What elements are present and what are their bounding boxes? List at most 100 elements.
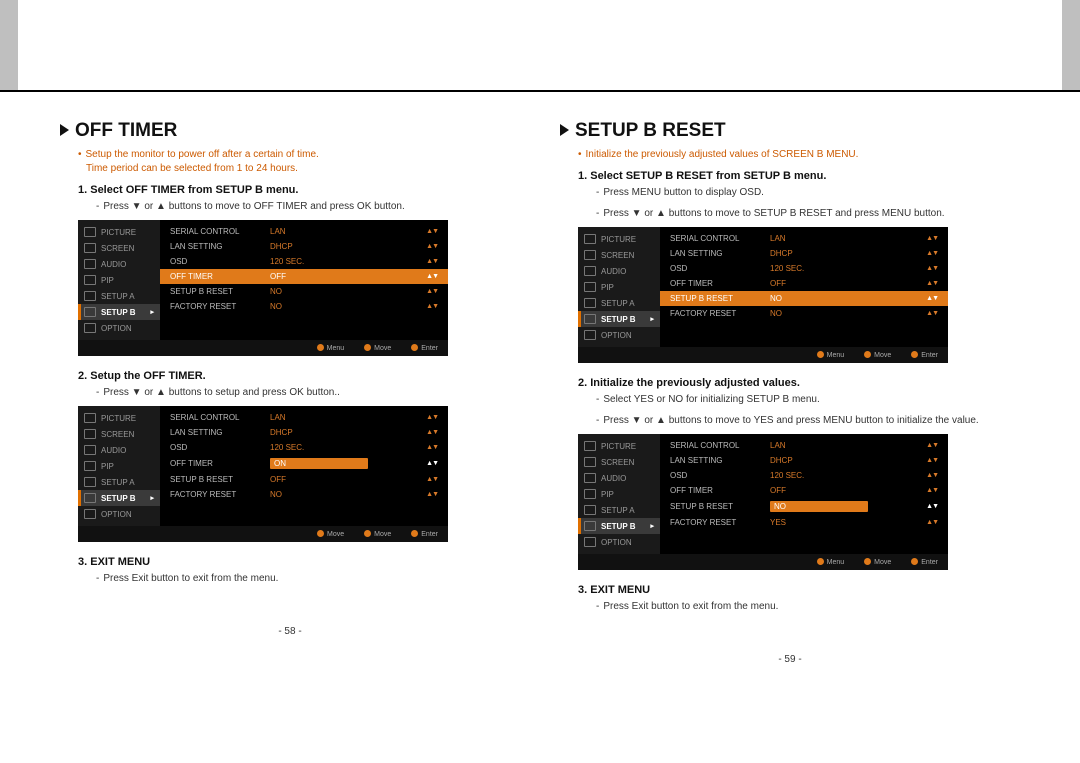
osd-row: OFF TIMEROFF▲▼ [660, 276, 948, 291]
menu-icon [84, 307, 96, 317]
osd-menu-item: AUDIO [78, 256, 160, 272]
step-heading: 2. Initialize the previously adjusted va… [578, 377, 1020, 389]
step-heading: 3. EXIT MENU [578, 584, 1020, 596]
menu-icon [584, 505, 596, 515]
menu-icon [84, 445, 96, 455]
osd-menu-item: SETUP A [78, 474, 160, 490]
menu-icon [84, 243, 96, 253]
step-sub: -Press Exit button to exit from the menu… [596, 599, 1020, 614]
menu-icon [584, 314, 596, 324]
step-heading: 1. Select OFF TIMER from SETUP B menu. [78, 184, 520, 196]
osd-menu-item: SETUP B▸ [78, 304, 160, 320]
osd-menu-item: OPTION [578, 327, 660, 343]
osd-menu-item: PICTURE [78, 410, 160, 426]
osd-row: OFF TIMERON▲▼ [160, 455, 448, 472]
menu-icon [84, 461, 96, 471]
page-title-right: SETUP B RESET [560, 120, 1020, 142]
intro-text: •Setup the monitor to power off after a … [78, 148, 520, 176]
menu-icon [584, 521, 596, 531]
osd-menu-item: SCREEN [578, 247, 660, 263]
osd-footer: MenuMoveEnter [578, 554, 948, 570]
menu-icon [84, 291, 96, 301]
osd-menu-item: SETUP B▸ [578, 518, 660, 534]
osd-menu-item: SCREEN [78, 240, 160, 256]
menu-icon [584, 441, 596, 451]
osd-menu-item: AUDIO [78, 442, 160, 458]
triangle-icon [60, 124, 69, 136]
menu-icon [84, 413, 96, 423]
step-heading: 3. EXIT MENU [78, 556, 520, 568]
osd-screenshot: PICTURESCREENAUDIOPIPSETUP ASETUP B▸OPTI… [578, 227, 948, 363]
step-sub: -Select YES or NO for initializing SETUP… [596, 392, 1020, 407]
step-sub: -Press ▼ or ▲ buttons to move to SETUP B… [596, 206, 1020, 221]
menu-icon [84, 477, 96, 487]
header-rule [0, 90, 1080, 92]
osd-row: LAN SETTINGDHCP▲▼ [160, 239, 448, 254]
menu-icon [584, 489, 596, 499]
osd-row: OSD120 SEC.▲▼ [660, 261, 948, 276]
osd-menu-item: PICTURE [578, 231, 660, 247]
osd-menu-item: AUDIO [578, 470, 660, 486]
osd-menu-item: SETUP A [78, 288, 160, 304]
osd-row: LAN SETTINGDHCP▲▼ [660, 453, 948, 468]
osd-row: FACTORY RESETNO▲▼ [160, 487, 448, 502]
menu-icon [84, 227, 96, 237]
page-number: - 59 - [560, 654, 1020, 665]
osd-row: OSD120 SEC.▲▼ [660, 468, 948, 483]
osd-menu-item: PICTURE [578, 438, 660, 454]
menu-icon [84, 509, 96, 519]
header-spacer [0, 0, 1080, 90]
step-heading: 1. Select SETUP B RESET from SETUP B men… [578, 170, 1020, 182]
menu-icon [584, 457, 596, 467]
osd-menu-item: OPTION [578, 534, 660, 550]
osd-menu-item: SETUP B▸ [578, 311, 660, 327]
osd-row: SERIAL CONTROLLAN▲▼ [660, 438, 948, 453]
osd-screenshot: PICTURESCREENAUDIOPIPSETUP ASETUP B▸OPTI… [578, 434, 948, 570]
osd-menu-item: OPTION [78, 506, 160, 522]
osd-row: OFF TIMEROFF▲▼ [160, 269, 448, 284]
menu-icon [84, 429, 96, 439]
step-sub: -Press ▼ or ▲ buttons to setup and press… [96, 385, 520, 400]
menu-icon [584, 282, 596, 292]
osd-row: FACTORY RESETNO▲▼ [660, 306, 948, 321]
osd-row: LAN SETTINGDHCP▲▼ [660, 246, 948, 261]
menu-icon [84, 275, 96, 285]
osd-row: SERIAL CONTROLLAN▲▼ [160, 410, 448, 425]
osd-menu-item: PIP [578, 486, 660, 502]
menu-icon [84, 323, 96, 333]
osd-row: SERIAL CONTROLLAN▲▼ [160, 224, 448, 239]
osd-footer: MoveMoveEnter [78, 526, 448, 542]
intro-text: •Initialize the previously adjusted valu… [578, 148, 1020, 162]
osd-menu-item: AUDIO [578, 263, 660, 279]
menu-icon [584, 298, 596, 308]
menu-icon [584, 330, 596, 340]
osd-row: SERIAL CONTROLLAN▲▼ [660, 231, 948, 246]
osd-menu-item: PIP [78, 458, 160, 474]
triangle-icon [560, 124, 569, 136]
menu-icon [84, 259, 96, 269]
osd-row: FACTORY RESETYES▲▼ [660, 515, 948, 530]
step-sub: -Press ▼ or ▲ buttons to move to OFF TIM… [96, 199, 520, 214]
page-right: SETUP B RESET •Initialize the previously… [540, 120, 1040, 665]
osd-row: SETUP B RESETOFF▲▼ [160, 472, 448, 487]
osd-menu-item: SETUP A [578, 295, 660, 311]
osd-row: SETUP B RESETNO▲▼ [660, 498, 948, 515]
osd-footer: MenuMoveEnter [578, 347, 948, 363]
osd-menu-item: OPTION [78, 320, 160, 336]
menu-icon [584, 250, 596, 260]
menu-icon [584, 473, 596, 483]
step-sub: -Press Exit button to exit from the menu… [96, 571, 520, 586]
page-left: OFF TIMER •Setup the monitor to power of… [40, 120, 540, 665]
page-title-left: OFF TIMER [60, 120, 520, 142]
osd-menu-item: SCREEN [78, 426, 160, 442]
osd-row: FACTORY RESETNO▲▼ [160, 299, 448, 314]
osd-menu-item: PICTURE [78, 224, 160, 240]
osd-row: OFF TIMEROFF▲▼ [660, 483, 948, 498]
osd-menu-item: SETUP B▸ [78, 490, 160, 506]
osd-menu-item: SCREEN [578, 454, 660, 470]
step-heading: 2. Setup the OFF TIMER. [78, 370, 520, 382]
osd-menu-item: PIP [578, 279, 660, 295]
osd-footer: MenuMoveEnter [78, 340, 448, 356]
osd-screenshot: PICTURESCREENAUDIOPIPSETUP ASETUP B▸OPTI… [78, 406, 448, 542]
osd-menu-item: SETUP A [578, 502, 660, 518]
